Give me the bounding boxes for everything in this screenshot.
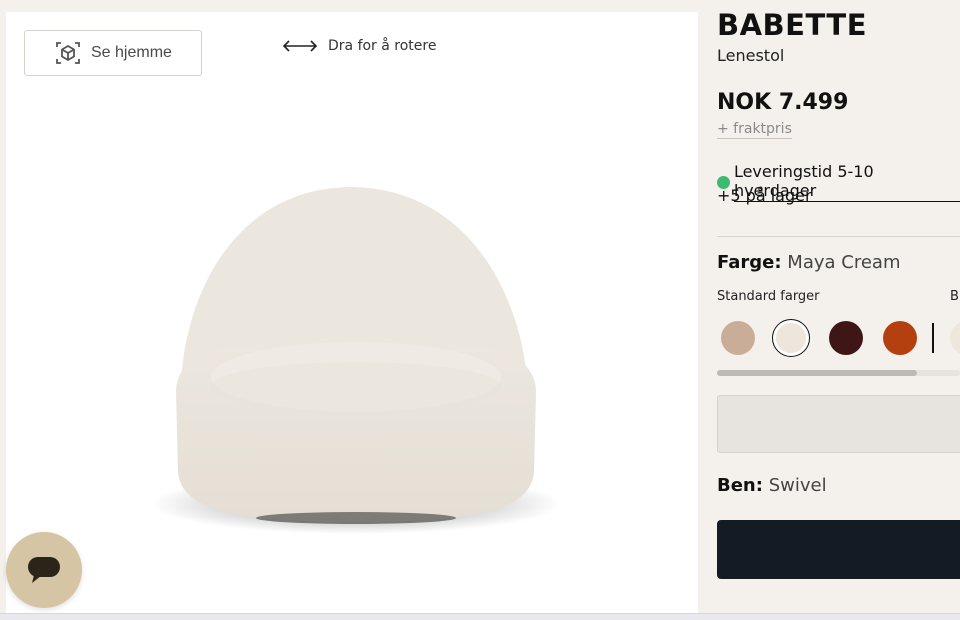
- color-swatch-partial[interactable]: [950, 321, 960, 355]
- product-title: BABETTE: [717, 8, 868, 42]
- legs-label: Ben:: [717, 475, 763, 496]
- more-colors-label: B: [950, 289, 959, 304]
- swatch-fill: [776, 323, 806, 353]
- chat-bubble-icon: [28, 557, 60, 583]
- rotate-hint: Dra for å rotere: [282, 38, 436, 54]
- horizontal-arrows-icon: [282, 40, 318, 52]
- color-swatch-beige[interactable]: [721, 321, 755, 355]
- divider: [717, 236, 960, 237]
- product-details-panel: BABETTE Lenestol NOK 7.499 + fraktpris L…: [717, 0, 960, 619]
- stock-status: +5 på lager: [717, 186, 812, 205]
- color-swatch-rust[interactable]: [883, 321, 917, 355]
- swatch-scroll-thumb[interactable]: [717, 370, 917, 376]
- see-at-home-button[interactable]: Se hjemme: [24, 30, 202, 76]
- ar-cube-icon: [56, 42, 80, 64]
- color-swatch-maya-cream[interactable]: [772, 319, 810, 357]
- product-viewer[interactable]: Se hjemme Dra for å rotere: [6, 12, 698, 613]
- color-value: Maya Cream: [787, 252, 901, 273]
- swatch-group-separator: [932, 323, 934, 353]
- fabric-option-box[interactable]: [717, 395, 960, 453]
- standard-colors-label: Standard farger: [717, 289, 820, 304]
- product-type: Lenestol: [717, 46, 785, 65]
- see-at-home-label: Se hjemme: [91, 44, 172, 61]
- product-image[interactable]: [146, 182, 566, 542]
- color-selection-heading: Farge: Maya Cream: [717, 252, 900, 273]
- legs-value: Swivel: [768, 475, 827, 496]
- product-price: NOK 7.499: [717, 90, 849, 115]
- shipping-link[interactable]: + fraktpris: [717, 121, 792, 139]
- color-label: Farge:: [717, 252, 782, 273]
- add-to-cart-button[interactable]: [717, 520, 960, 579]
- rotate-hint-label: Dra for å rotere: [328, 38, 437, 54]
- chat-button[interactable]: [6, 532, 82, 608]
- color-swatch-dark-brown[interactable]: [829, 321, 863, 355]
- legs-selection-heading: Ben: Swivel: [717, 475, 827, 496]
